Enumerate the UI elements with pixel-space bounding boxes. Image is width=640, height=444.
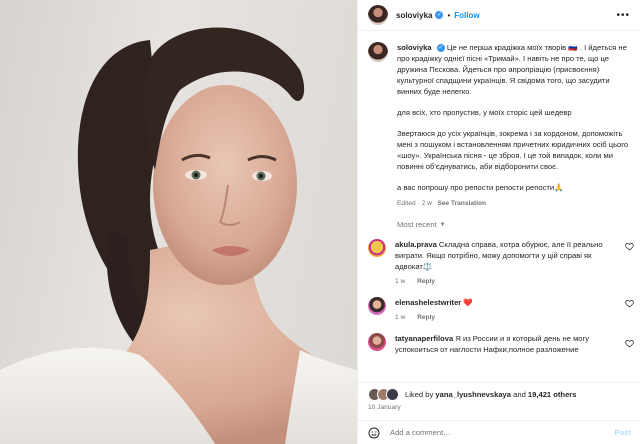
edited-label: Edited [397,200,416,207]
caption-avatar[interactable] [368,42,388,62]
post-header: soloviyka ✓ • Follow ••• [358,0,640,31]
verified-badge-icon: ✓ [435,11,444,19]
comments-scroll[interactable]: soloviyka ✓ Це не перша крадіжка моїх тв… [358,32,640,382]
author-username[interactable]: soloviyka [396,11,432,20]
caption-paragraph-3: Звертаюся до усіх українців, зокрема і з… [397,129,629,171]
heart-icon[interactable] [625,242,634,251]
comment-meta: 1 w Reply [395,312,621,323]
comment-age: 1 w [395,314,406,321]
comment-username[interactable]: elenashelestwriter [395,298,461,307]
add-comment-bar: Post [358,420,640,444]
post-sidebar: soloviyka ✓ • Follow ••• soloviyka ✓ Це … [357,0,640,444]
comment-item: tatyanaperfilova Я из России и я который… [358,323,640,355]
post-date: 10 January [368,404,401,411]
liker-avatars [368,388,399,401]
comment-username[interactable]: akula.prava [395,240,437,249]
liked-by-prefix: Liked by [405,390,434,399]
add-comment-input[interactable] [390,428,600,437]
caption-paragraph-1: soloviyka ✓ Це не перша крадіжка моїх тв… [397,43,627,96]
reply-button[interactable]: Reply [417,278,435,285]
post-caption: soloviyka ✓ Це не перша крадіжка моїх тв… [358,32,640,209]
sort-comments-dropdown[interactable]: Most recent ▼ [358,209,640,229]
verified-badge-icon: ✓ [436,44,445,52]
caption-paragraph-2: для всіх, хто пропустив, у моїх сторіс ц… [397,108,572,117]
reply-button[interactable]: Reply [417,314,435,321]
caption-username[interactable]: soloviyka [397,43,432,52]
sort-label: Most recent [397,220,437,229]
more-options-icon[interactable]: ••• [616,10,630,21]
comment-age: 1 w [395,278,406,285]
portrait-image [0,27,357,444]
caption-age: 2 w [421,200,432,207]
commenter-avatar[interactable] [368,297,386,315]
others-count[interactable]: 19,421 others [528,390,577,399]
heart-icon[interactable] [625,339,634,348]
separator-dot: • [447,10,451,20]
caption-meta: Edited · 2 w See Translation [397,200,487,207]
emoji-icon[interactable] [368,427,380,439]
comment-item: elenashelestwriter ❤️ 1 w Reply [358,287,640,323]
chevron-down-icon: ▼ [439,221,446,228]
commenter-avatar[interactable] [368,333,386,351]
post-dialog: soloviyka ✓ • Follow ••• soloviyka ✓ Це … [0,0,640,444]
see-translation-link[interactable]: See Translation [437,200,486,207]
liked-by-user[interactable]: yana_lyushnevskaya [435,390,511,399]
post-photo[interactable] [0,0,357,444]
comment-username[interactable]: tatyanaperfilova [395,334,453,343]
comment-text: ❤️ [463,298,473,307]
post-actions: Liked by yana_lyushnevskaya and 19,421 o… [358,382,640,444]
caption-paragraph-4: а вас попрошу про репости репости репост… [397,183,564,192]
follow-button[interactable]: Follow [454,11,479,20]
liker-avatar [386,388,399,401]
author-avatar[interactable] [368,5,388,25]
commenter-avatar[interactable] [368,239,386,257]
heart-icon[interactable] [625,299,634,308]
comment-item: akula.prava Складна справа, котра обурює… [358,229,640,287]
likes-summary[interactable]: Liked by yana_lyushnevskaya and 19,421 o… [358,383,640,401]
liked-by-and: and [513,390,526,399]
post-comment-button[interactable]: Post [615,428,631,437]
comment-meta: 1 w Reply [395,276,621,287]
